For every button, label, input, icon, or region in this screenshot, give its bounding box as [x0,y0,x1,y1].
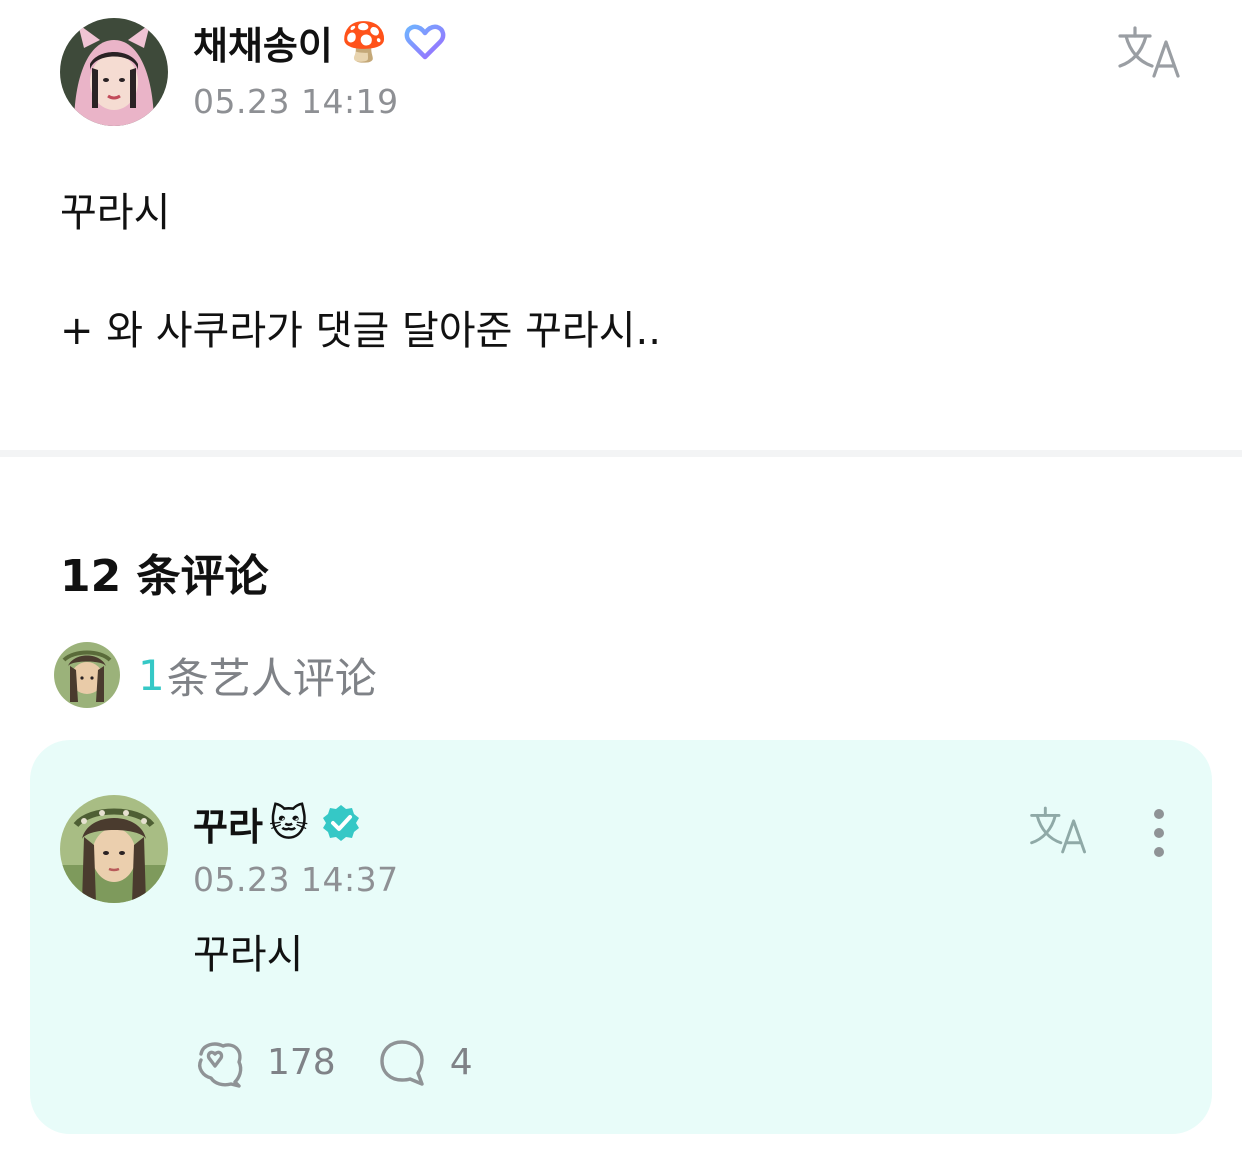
artist-comments-filter[interactable]: 1 条艺人评论 [54,642,377,708]
post-line-1: 꾸라시 [60,190,171,236]
post-author-name[interactable]: 채채송이 [193,15,333,70]
artist-avatar-small [54,642,120,708]
heart-bubble-icon[interactable] [193,1036,245,1088]
comment-bubble-icon[interactable] [376,1036,428,1088]
mushroom-emoji: 🍄 [340,20,389,64]
comment-actions: 178 4 [193,1036,473,1088]
post-author[interactable]: 채채송이 🍄 [193,18,446,68]
comments-count-heading: 12 条评论 [60,551,269,602]
artist-comment-count: 1 [138,650,165,700]
post-timestamp: 05.23 14:19 [193,82,399,121]
cat-emoji: 🐱 [268,801,309,845]
comment-author-avatar[interactable] [60,795,168,903]
comment-translate-icon[interactable] [1028,804,1090,856]
artist-comment-label: 条艺人评论 [166,653,377,703]
post-author-avatar[interactable] [60,18,168,126]
fan-heart-icon [404,24,446,60]
comment-author[interactable]: 꾸라 🐱 [193,796,361,851]
comment-text: 꾸라시 [193,932,304,978]
section-divider [0,450,1242,457]
comment-author-name[interactable]: 꾸라 [193,796,263,851]
like-count: 178 [267,1041,336,1083]
post-line-2: + 와 사쿠라가 댓글 달아준 꾸라시.. [60,308,661,354]
post-detail-page: 채채송이 🍄 05.23 14:19 꾸라시 + 와 사쿠라가 댓글 달아준 꾸… [0,0,1242,1153]
comment-timestamp: 05.23 14:37 [193,860,399,899]
verified-badge-icon [322,805,359,841]
more-vertical-icon[interactable] [1146,806,1172,860]
post-content: 꾸라시 + 와 사쿠라가 댓글 달아준 꾸라시.. [60,188,1180,356]
reply-count: 4 [449,1041,473,1083]
translate-icon[interactable] [1116,24,1184,80]
